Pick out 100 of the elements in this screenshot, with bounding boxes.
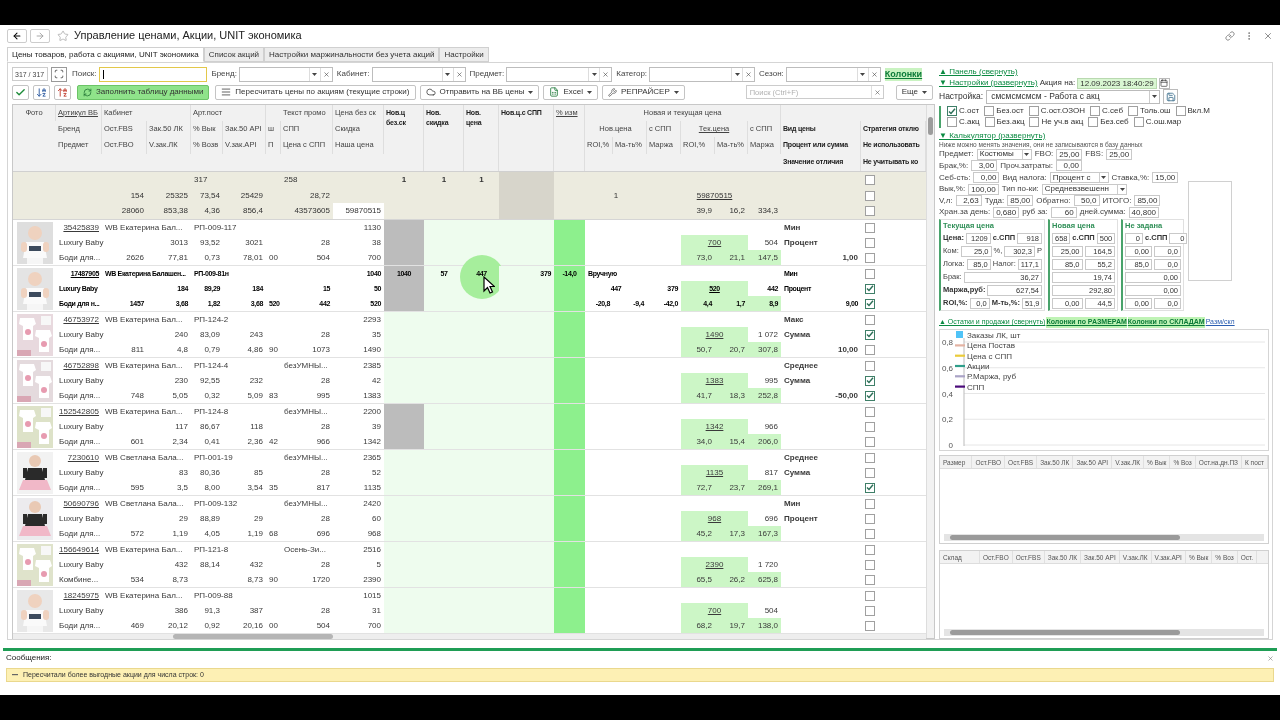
link[interactable]: 1490 bbox=[681, 327, 748, 342]
select-field[interactable]: Процент с bbox=[1049, 172, 1109, 184]
toolbar-button[interactable]: РЕПРАЙСЕР bbox=[601, 84, 685, 100]
link[interactable]: 35425839 bbox=[56, 220, 102, 235]
select-field[interactable]: смсмсмсмсм - Работа с акц bbox=[986, 89, 1161, 104]
checkbox[interactable] bbox=[865, 175, 875, 185]
dropdown-button[interactable] bbox=[731, 67, 743, 81]
tab[interactable]: Цены товаров, работа с акциями, UNIT экономика bbox=[7, 47, 204, 62]
fullscreen-button[interactable] bbox=[51, 66, 67, 82]
number-field[interactable]: 0,680 bbox=[993, 206, 1020, 218]
collapse-link[interactable]: ▲ Панель (свернуть) bbox=[939, 66, 1018, 77]
select-field[interactable]: Средневзвешенн bbox=[1041, 183, 1127, 195]
select-field[interactable]: Костюмы bbox=[976, 148, 1032, 160]
number-field[interactable]: 60 bbox=[1050, 206, 1077, 218]
checkbox[interactable] bbox=[865, 590, 875, 601]
checkbox[interactable] bbox=[1128, 106, 1139, 117]
table-row[interactable]: 50690796 WB Светлана Бала... РП-009-132 безУМНЫ... 2420 Мин Luxury Baby 29 88,89 29 28 60 968 696 Процент Боди для... 572 1,19 4,05 1,19 68 696 968 45,2 17,3 167,3 bbox=[13, 496, 926, 542]
checkbox[interactable] bbox=[865, 406, 875, 417]
checkbox[interactable] bbox=[865, 360, 875, 371]
tab[interactable]: Список акций bbox=[203, 47, 265, 62]
back-button[interactable] bbox=[7, 28, 27, 43]
calculator-link[interactable]: ▼ Калькулятор (развернуть) bbox=[939, 129, 1046, 141]
checkbox[interactable] bbox=[865, 482, 875, 493]
icon-button[interactable] bbox=[33, 84, 50, 100]
filter-field[interactable] bbox=[649, 66, 756, 82]
save-button[interactable] bbox=[1163, 89, 1179, 105]
checkbox[interactable] bbox=[865, 329, 875, 340]
checkbox[interactable] bbox=[865, 544, 875, 555]
link[interactable]: 2390 bbox=[681, 557, 748, 572]
checkbox[interactable] bbox=[865, 467, 875, 478]
clear-button[interactable] bbox=[319, 67, 332, 81]
checkbox[interactable] bbox=[1028, 106, 1039, 117]
filter-field[interactable] bbox=[506, 66, 613, 82]
checkbox[interactable] bbox=[865, 314, 875, 325]
toolbar-button[interactable]: Пересчитать цены по акциям (текущие строки) bbox=[215, 84, 416, 100]
checkbox[interactable] bbox=[865, 574, 875, 585]
checkbox[interactable] bbox=[984, 106, 995, 117]
checkbox[interactable] bbox=[1090, 106, 1101, 117]
checkbox[interactable] bbox=[865, 620, 875, 631]
clear-button[interactable] bbox=[867, 67, 880, 81]
calendar-button[interactable] bbox=[1158, 77, 1170, 89]
vertical-scrollbar[interactable] bbox=[926, 105, 934, 638]
table-row[interactable]: 35425839 WB Екатерина Бал... РП-009-117 1130 Мин Luxury Baby 3013 93,52 3021 28 38 700 504 Процент Боди для... 2626 77,81 0,73 78,01 00 504 700 73,0 21,1 147,5 1,00 bbox=[13, 220, 926, 266]
checkbox[interactable] bbox=[865, 206, 875, 216]
table-row[interactable]: 156649614 WB Екатерина Бал... РП-121-8 Осень-Зи... 2516 Luxury Baby 432 88,14 432 28 5 2390 1 720 Комбине... 534 8,73 8,73 90 1720 2390 65,5 26,2 625,8 bbox=[13, 542, 926, 588]
number-field[interactable]: 100,00 bbox=[968, 183, 999, 195]
link[interactable]: 46753972 bbox=[56, 312, 102, 327]
toolbar-button[interactable]: Excel bbox=[543, 84, 598, 100]
number-field[interactable]: 25,00 bbox=[1056, 148, 1083, 160]
checkbox[interactable] bbox=[984, 117, 995, 128]
link[interactable]: 7230610 bbox=[56, 450, 102, 465]
checkbox[interactable] bbox=[865, 237, 875, 248]
horizontal-scrollbar[interactable] bbox=[944, 533, 1264, 541]
link[interactable]: 46752898 bbox=[56, 358, 102, 373]
checkbox[interactable] bbox=[865, 222, 875, 233]
number-field[interactable]: 3,00 bbox=[971, 160, 998, 172]
checkbox[interactable] bbox=[865, 513, 875, 524]
link[interactable]: 968 bbox=[681, 511, 748, 526]
number-field[interactable]: 25,00 bbox=[1106, 148, 1133, 160]
link[interactable]: 700 bbox=[681, 235, 748, 250]
link[interactable]: 59870515 bbox=[681, 188, 748, 203]
checkbox[interactable] bbox=[865, 528, 875, 539]
horizontal-scrollbar[interactable] bbox=[13, 634, 926, 639]
toolbar-button[interactable]: Заполнить таблицу данными bbox=[77, 84, 210, 100]
checkbox[interactable] bbox=[865, 452, 875, 463]
tab[interactable]: Настройки маржинальности без учета акций bbox=[264, 47, 440, 62]
number-field[interactable]: 85,00 bbox=[1134, 195, 1161, 207]
checkbox[interactable] bbox=[865, 390, 875, 401]
checkbox[interactable] bbox=[865, 498, 875, 509]
checkbox[interactable] bbox=[865, 344, 875, 355]
checkbox[interactable] bbox=[1029, 117, 1040, 128]
icon-button[interactable] bbox=[12, 84, 29, 100]
checkbox[interactable] bbox=[865, 190, 875, 201]
link[interactable]: 1342 bbox=[681, 419, 748, 434]
icon-button[interactable] bbox=[54, 84, 71, 100]
checkbox[interactable] bbox=[947, 117, 957, 128]
number-field[interactable]: 50,0 bbox=[1073, 195, 1100, 207]
link[interactable]: 700 bbox=[681, 603, 748, 618]
clear-button[interactable] bbox=[452, 67, 465, 81]
checkbox[interactable] bbox=[1175, 106, 1186, 117]
filter-field[interactable] bbox=[371, 66, 466, 82]
dropdown-button[interactable] bbox=[588, 67, 600, 81]
checkbox[interactable] bbox=[865, 375, 875, 386]
horizontal-scrollbar[interactable] bbox=[944, 629, 1264, 636]
dropdown-button[interactable] bbox=[308, 67, 320, 81]
number-field[interactable]: 15,00 bbox=[1152, 172, 1179, 184]
link[interactable]: 1383 bbox=[681, 373, 748, 388]
link[interactable]: 1135 bbox=[681, 465, 748, 480]
checkbox[interactable] bbox=[865, 436, 875, 447]
checkbox[interactable] bbox=[865, 268, 875, 279]
search-field[interactable] bbox=[99, 66, 208, 82]
close-icon[interactable] bbox=[1267, 654, 1274, 662]
link[interactable]: 50690796 bbox=[56, 496, 102, 511]
checkbox[interactable] bbox=[947, 106, 957, 117]
more-button[interactable]: Еще bbox=[895, 84, 933, 100]
checkbox[interactable] bbox=[1133, 117, 1144, 128]
filter-field[interactable] bbox=[785, 66, 881, 82]
filter-field[interactable] bbox=[238, 66, 333, 82]
checkbox[interactable] bbox=[865, 298, 875, 309]
settings-link[interactable]: ▼ Настройки (развернуть) bbox=[939, 77, 1038, 89]
